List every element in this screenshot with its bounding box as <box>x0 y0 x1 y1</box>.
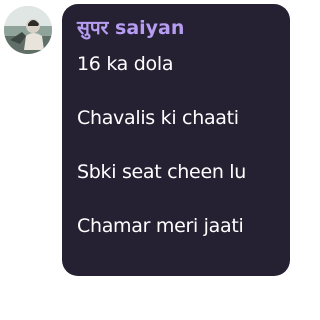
sender-name[interactable]: सुपर saiyan <box>77 16 184 40</box>
message-line: 16 ka dola <box>77 53 174 75</box>
user-avatar[interactable] <box>4 6 52 54</box>
chat-message: सुपर saiyan 16 ka dola Chavalis ki chaat… <box>0 0 298 320</box>
avatar-photo-icon <box>4 6 52 54</box>
message-body: 16 ka dola Chavalis ki chaati Sbki seat … <box>77 52 289 268</box>
message-line: Chamar meri jaati <box>77 215 244 237</box>
message-line: Chavalis ki chaati <box>77 107 239 129</box>
message-line: Sbki seat cheen lu <box>77 161 247 183</box>
message-bubble[interactable]: सुपर saiyan 16 ka dola Chavalis ki chaat… <box>62 4 290 276</box>
